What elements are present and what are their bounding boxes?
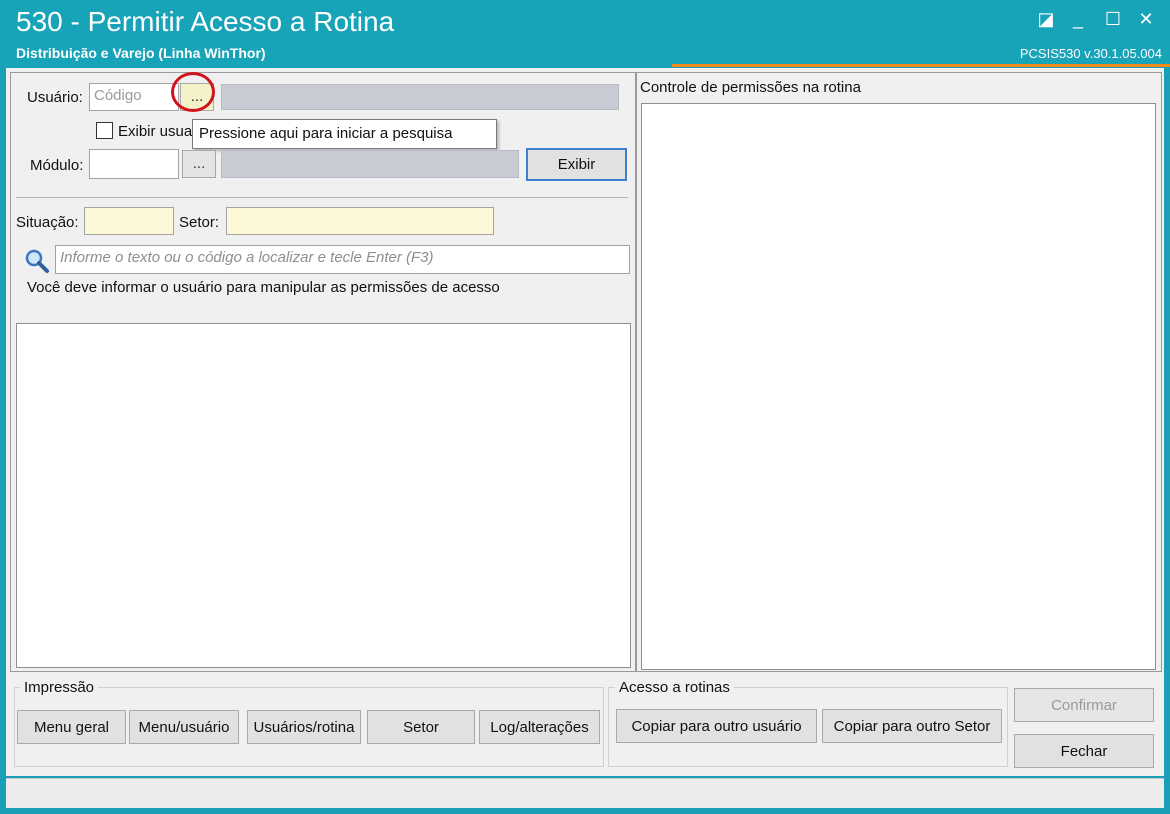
maximize-icon[interactable]: ☐ xyxy=(1101,8,1125,30)
usuarios-rotina-button[interactable]: Usuários/rotina xyxy=(247,710,361,744)
menu-usuario-button[interactable]: Menu/usuário xyxy=(129,710,239,744)
copiar-setor-button[interactable]: Copiar para outro Setor xyxy=(822,709,1002,743)
acesso-title: Acesso a rotinas xyxy=(615,679,734,696)
usuario-code-input[interactable]: Código xyxy=(89,83,179,111)
accent-line xyxy=(672,64,1170,67)
restore-icon[interactable]: ◪ xyxy=(1034,8,1058,30)
setor-field[interactable] xyxy=(226,207,494,235)
usuario-name-field xyxy=(221,84,619,110)
setor-button[interactable]: Setor xyxy=(367,710,475,744)
results-list[interactable] xyxy=(16,323,631,668)
version-label: PCSIS530 v.30.1.05.004 xyxy=(1019,46,1162,61)
log-alteracoes-button[interactable]: Log/alterações xyxy=(479,710,600,744)
close-icon[interactable]: ✕ xyxy=(1134,8,1158,30)
minimize-icon[interactable]: _ xyxy=(1066,8,1090,30)
status-bar xyxy=(6,778,1164,808)
permissions-tree[interactable] xyxy=(641,103,1156,670)
confirmar-button[interactable]: Confirmar xyxy=(1014,688,1154,722)
copiar-usuario-button[interactable]: Copiar para outro usuário xyxy=(616,709,817,743)
highlight-circle xyxy=(171,72,215,112)
situacao-label: Situação: xyxy=(16,214,79,231)
fechar-button[interactable]: Fechar xyxy=(1014,734,1154,768)
impressao-title: Impressão xyxy=(20,679,99,696)
tooltip: Pressione aqui para iniciar a pesquisa xyxy=(192,119,497,149)
divider xyxy=(16,197,628,198)
exibir-checkbox[interactable] xyxy=(96,122,113,139)
search-input[interactable]: Informe o texto ou o código a localizar … xyxy=(55,245,630,274)
menu-geral-button[interactable]: Menu geral xyxy=(17,710,126,744)
info-message: Você deve informar o usuário para manipu… xyxy=(27,279,500,296)
modulo-label: Módulo: xyxy=(30,157,84,174)
exibir-button[interactable]: Exibir xyxy=(526,148,627,181)
window-subtitle: Distribuição e Varejo (Linha WinThor) xyxy=(16,45,266,61)
modulo-search-button[interactable]: ... xyxy=(182,150,216,178)
search-icon xyxy=(25,249,49,273)
usuario-label: Usuário: xyxy=(27,89,83,106)
modulo-code-input[interactable] xyxy=(89,149,179,179)
permissions-title: Controle de permissões na rotina xyxy=(640,79,861,96)
window-title: 530 - Permitir Acesso a Rotina xyxy=(16,6,395,37)
situacao-field[interactable] xyxy=(84,207,174,235)
setor-label: Setor: xyxy=(179,214,220,231)
modulo-name-field xyxy=(221,150,519,178)
exibir-checkbox-label: Exibir usua xyxy=(118,123,193,140)
